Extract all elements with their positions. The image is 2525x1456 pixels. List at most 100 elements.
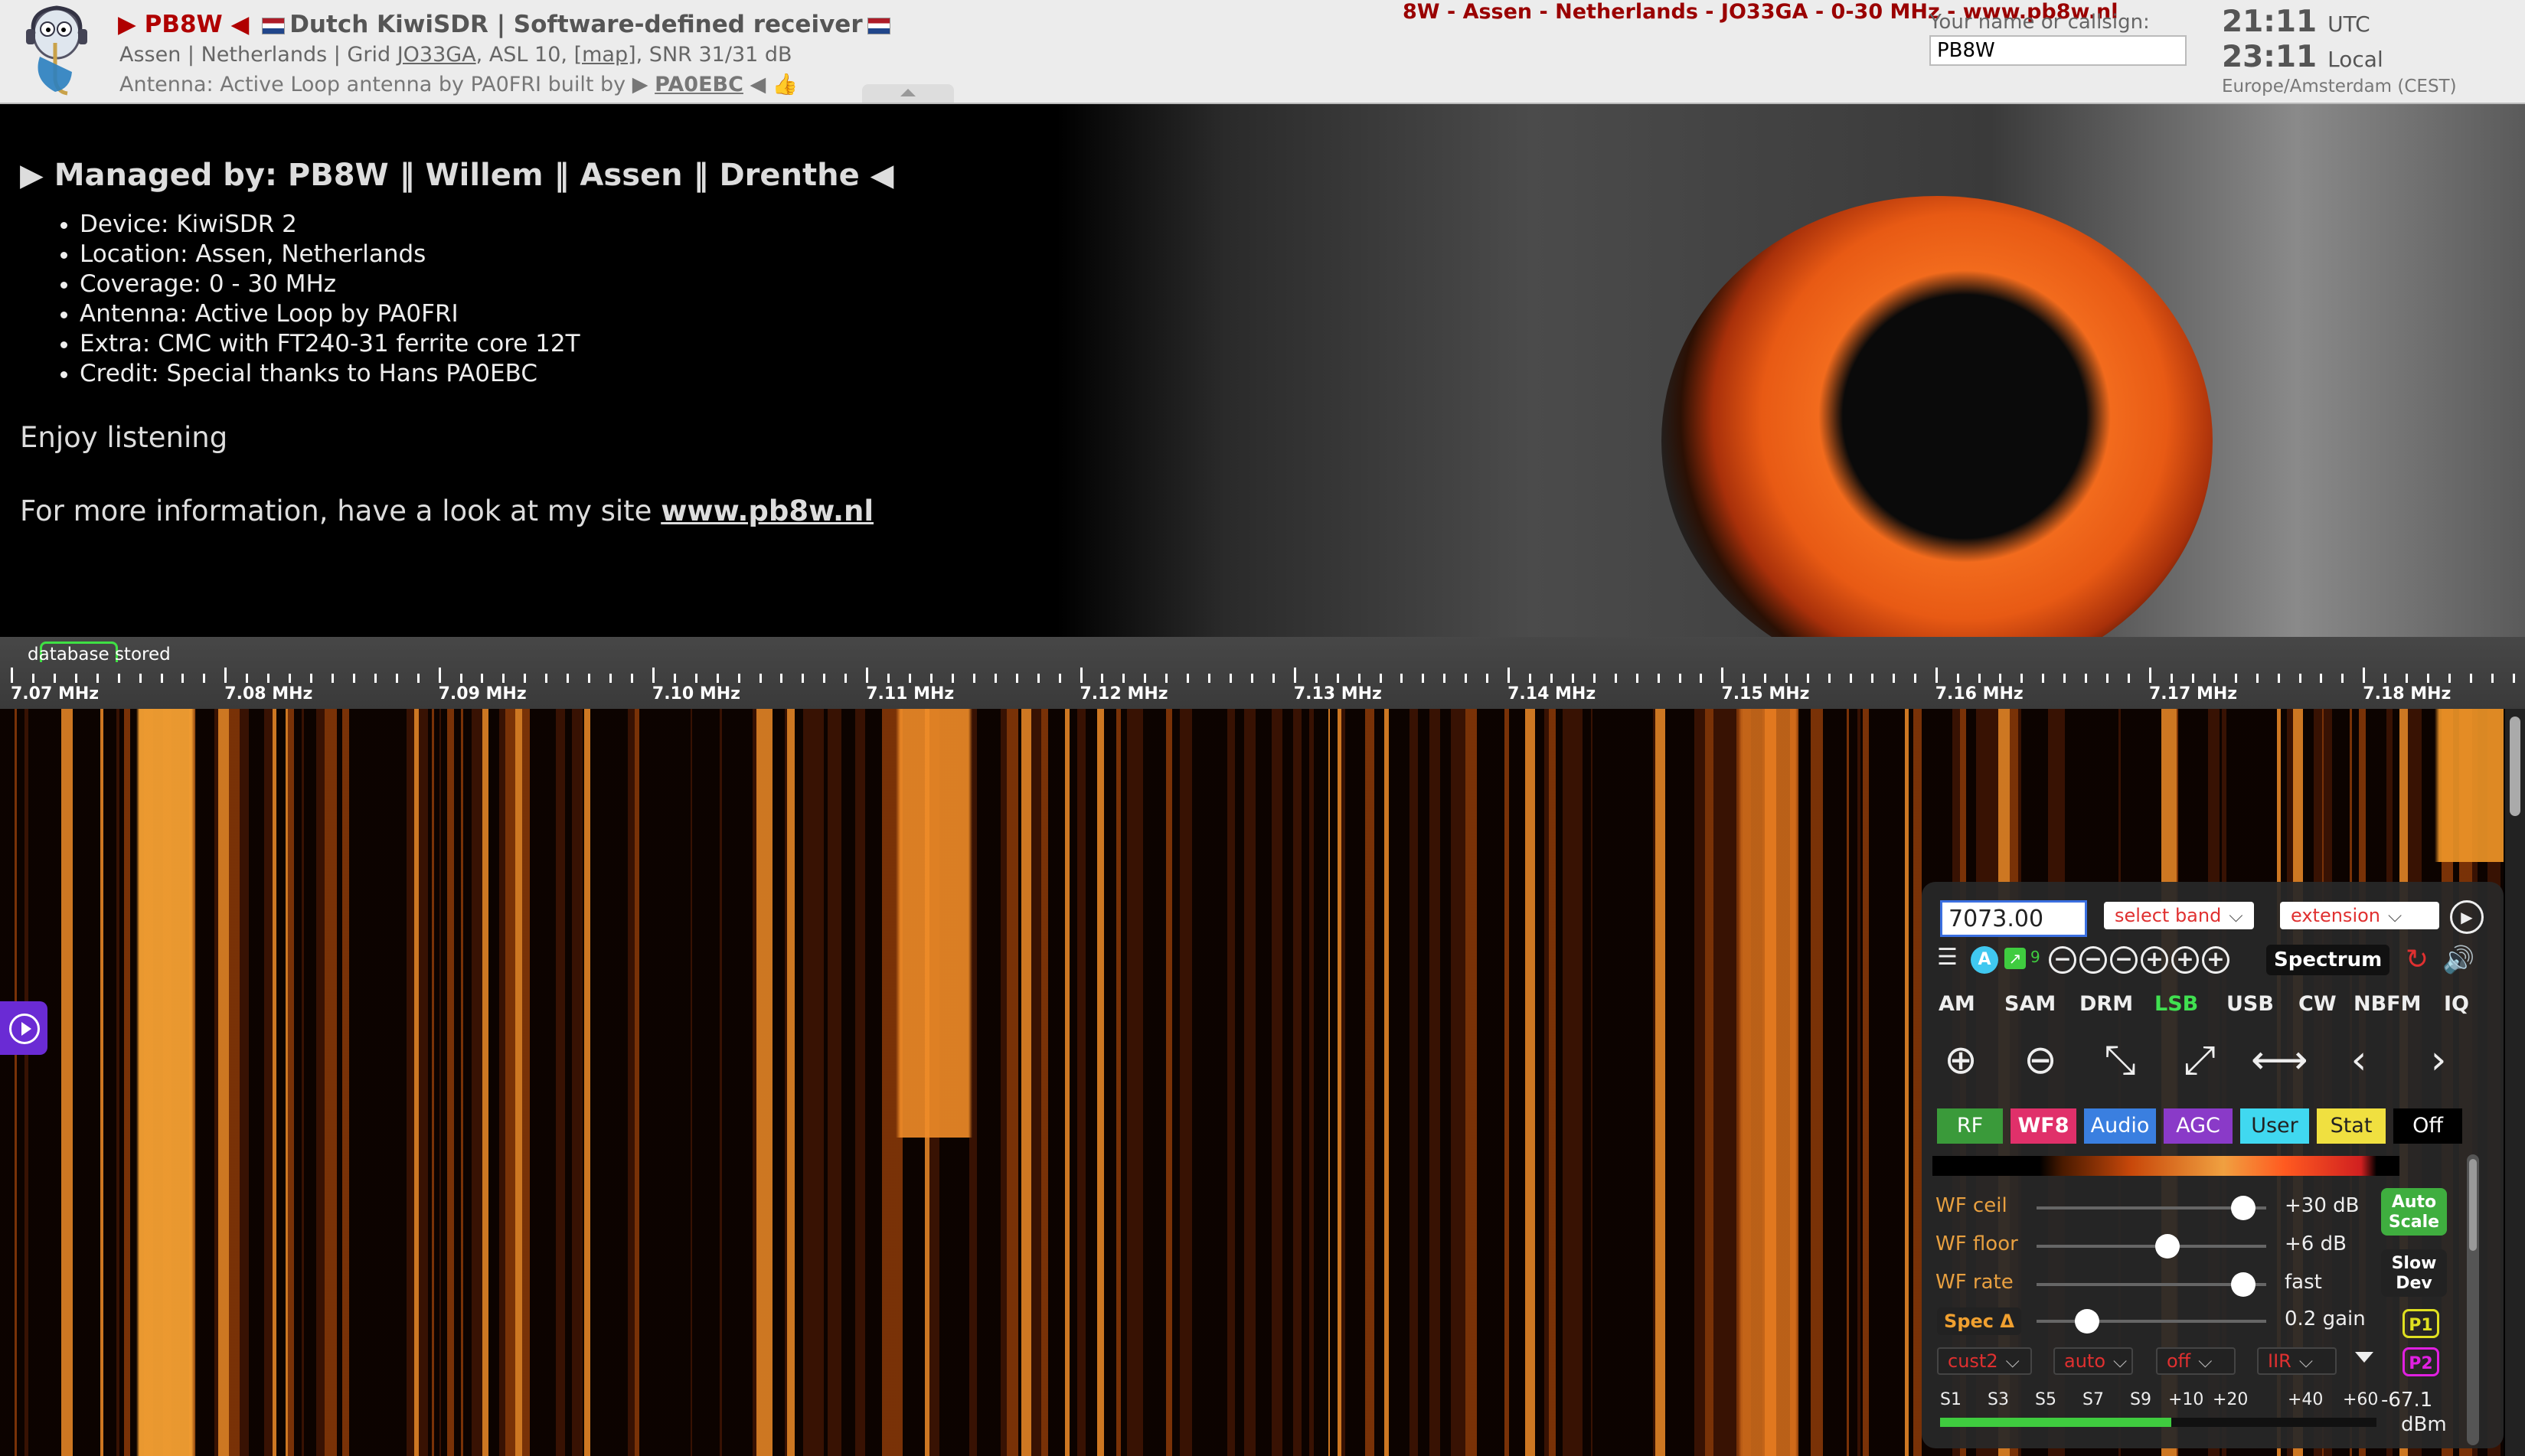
zoom-out-icon[interactable]: −: [2079, 946, 2107, 974]
builder-link[interactable]: PA0EBC: [655, 73, 743, 96]
scale-tick: [1058, 674, 1061, 683]
mode-nbfm-button[interactable]: NBFM: [2347, 989, 2428, 1019]
auto-select[interactable]: auto: [2053, 1347, 2133, 1375]
s-meter-label: S7: [2082, 1390, 2104, 1409]
scale-tick: [2448, 674, 2452, 683]
kiwi-logo[interactable]: [17, 3, 96, 98]
preset-p2-button[interactable]: P2: [2403, 1347, 2439, 1376]
scale-tick: [395, 674, 398, 683]
scale-tick: [1208, 674, 1211, 683]
scale-tick: [2149, 668, 2151, 683]
spec-gain-knob[interactable]: [2075, 1309, 2099, 1334]
swap-icon[interactable]: ⟷: [2251, 1032, 2308, 1089]
expand-icon[interactable]: ⤢: [2171, 1032, 2228, 1089]
panel-scrollbar[interactable]: [2467, 1154, 2479, 1445]
zoom-in-icon[interactable]: +: [2202, 946, 2229, 974]
wf-rate-slider[interactable]: [2037, 1272, 2266, 1297]
mode-sam-button[interactable]: SAM: [1998, 989, 2062, 1019]
scale-tick: [2384, 674, 2387, 683]
scale-tick: [1037, 674, 1040, 683]
band-select[interactable]: select band: [2104, 902, 2254, 929]
zoom-out-magnifier-icon[interactable]: ⊖: [2012, 1032, 2069, 1089]
tab-rf[interactable]: RF: [1937, 1108, 2003, 1144]
slow-dev-button[interactable]: Slow Dev: [2381, 1249, 2447, 1297]
spectrum-button[interactable]: Spectrum: [2266, 945, 2390, 975]
zoom-in-icon[interactable]: +: [2171, 946, 2199, 974]
link-icon[interactable]: ↗: [2004, 948, 2026, 969]
wf-ceil-knob[interactable]: [2231, 1196, 2256, 1220]
wf-rate-knob[interactable]: [2231, 1272, 2256, 1297]
wf-floor-slider[interactable]: [2037, 1234, 2266, 1258]
mode-cw-button[interactable]: CW: [2292, 989, 2343, 1019]
mode-drm-button[interactable]: DRM: [2073, 989, 2139, 1019]
tab-off[interactable]: Off: [2393, 1108, 2462, 1144]
wf-floor-knob[interactable]: [2155, 1234, 2180, 1258]
spec-gain-slider[interactable]: [2037, 1309, 2266, 1334]
s-meter-bar: [1940, 1418, 2376, 1427]
play-circle-icon[interactable]: ▶: [2450, 900, 2484, 934]
off-select[interactable]: off: [2156, 1347, 2236, 1375]
scale-tick: [1315, 674, 1318, 683]
scale-tick: [2427, 674, 2430, 683]
website-link[interactable]: www.pb8w.nl: [661, 495, 874, 527]
shrink-icon[interactable]: ⤡: [2092, 1032, 2148, 1089]
auto-scale-button[interactable]: Auto Scale: [2381, 1188, 2447, 1236]
zoom-out-icon[interactable]: −: [2049, 946, 2076, 974]
chevron-left-icon[interactable]: ‹: [2331, 1032, 2387, 1089]
frequency-label: 7.09 MHz: [438, 684, 527, 704]
left-arrow-icon: ▶: [118, 11, 145, 38]
zoom-in-magnifier-icon[interactable]: ⊕: [1932, 1032, 1989, 1089]
scale-tick: [160, 674, 163, 683]
tab-agc[interactable]: AGC: [2164, 1108, 2233, 1144]
scale-tick: [416, 674, 420, 683]
extension-select[interactable]: extension: [2280, 902, 2439, 929]
list-item-text: Device: KiwiSDR 2: [80, 211, 297, 238]
play-button[interactable]: [0, 1001, 47, 1055]
frequency-input[interactable]: [1940, 900, 2087, 937]
callsign-input[interactable]: [1929, 35, 2187, 66]
dropdown-triangle-icon[interactable]: [2355, 1352, 2373, 1363]
tab-stat[interactable]: Stat: [2317, 1108, 2386, 1144]
s-meter-label: +10: [2168, 1390, 2204, 1409]
colormap-select[interactable]: cust2: [1937, 1347, 2032, 1375]
scale-tick: [823, 674, 826, 683]
scale-tick: [1529, 674, 1532, 683]
speaker-icon[interactable]: 🔊: [2442, 945, 2474, 975]
spec-delta-button[interactable]: Spec Δ: [1937, 1307, 2021, 1335]
collapse-top-bar-button[interactable]: [862, 84, 954, 103]
mode-am-button[interactable]: AM: [1932, 989, 1981, 1019]
map-link[interactable]: [map]: [574, 43, 636, 67]
tab-wf[interactable]: WF8: [2011, 1108, 2076, 1144]
mode-usb-button[interactable]: USB: [2220, 989, 2280, 1019]
scale-tick: [951, 674, 954, 683]
iir-select[interactable]: IIR: [2257, 1347, 2337, 1375]
wf-ceil-value: +30 dB: [2285, 1194, 2360, 1217]
refresh-icon[interactable]: ↻: [2406, 945, 2429, 975]
scale-tick: [887, 674, 890, 683]
play-icon: [21, 1022, 31, 1036]
frequency-scale[interactable]: database stored 7.07 MHz 7.08 MHz 7.09 MHz…: [0, 637, 2525, 709]
wf-ceil-slider[interactable]: [2037, 1196, 2266, 1220]
menu-icon[interactable]: ☰: [1937, 946, 1962, 971]
credit-link[interactable]: Hans PA0EBC: [378, 360, 537, 387]
managed-by-heading: ▶ Managed by: PB8W ‖ Willem ‖ Assen ‖ Dr…: [20, 158, 893, 193]
chevron-right-icon[interactable]: ›: [2410, 1032, 2467, 1089]
antenna-link[interactable]: Active Loop by PA0FRI: [195, 300, 459, 328]
waterfall-scrollbar[interactable]: [2505, 709, 2525, 1456]
scale-tick: [1550, 674, 1553, 683]
mode-lsb-button[interactable]: LSB: [2148, 989, 2204, 1019]
badge-a[interactable]: A: [1971, 946, 1998, 974]
scale-tick: [866, 668, 869, 683]
preset-p1-button[interactable]: P1: [2403, 1309, 2439, 1338]
zoom-in-icon[interactable]: +: [2141, 946, 2168, 974]
scale-tick: [2469, 674, 2472, 683]
mode-iq-button[interactable]: IQ: [2438, 989, 2475, 1019]
grid-link[interactable]: JO33GA: [397, 43, 476, 67]
zoom-out-icon[interactable]: −: [2110, 946, 2138, 974]
location-line: Assen | Netherlands | Grid JO33GA, ASL 1…: [119, 43, 792, 67]
colormap-bar[interactable]: [1932, 1156, 2399, 1176]
tab-user[interactable]: User: [2240, 1108, 2309, 1144]
scale-tick: [139, 674, 142, 683]
list-item-text: Credit: Special thanks to: [80, 360, 379, 387]
tab-audio[interactable]: Audio: [2084, 1108, 2156, 1144]
